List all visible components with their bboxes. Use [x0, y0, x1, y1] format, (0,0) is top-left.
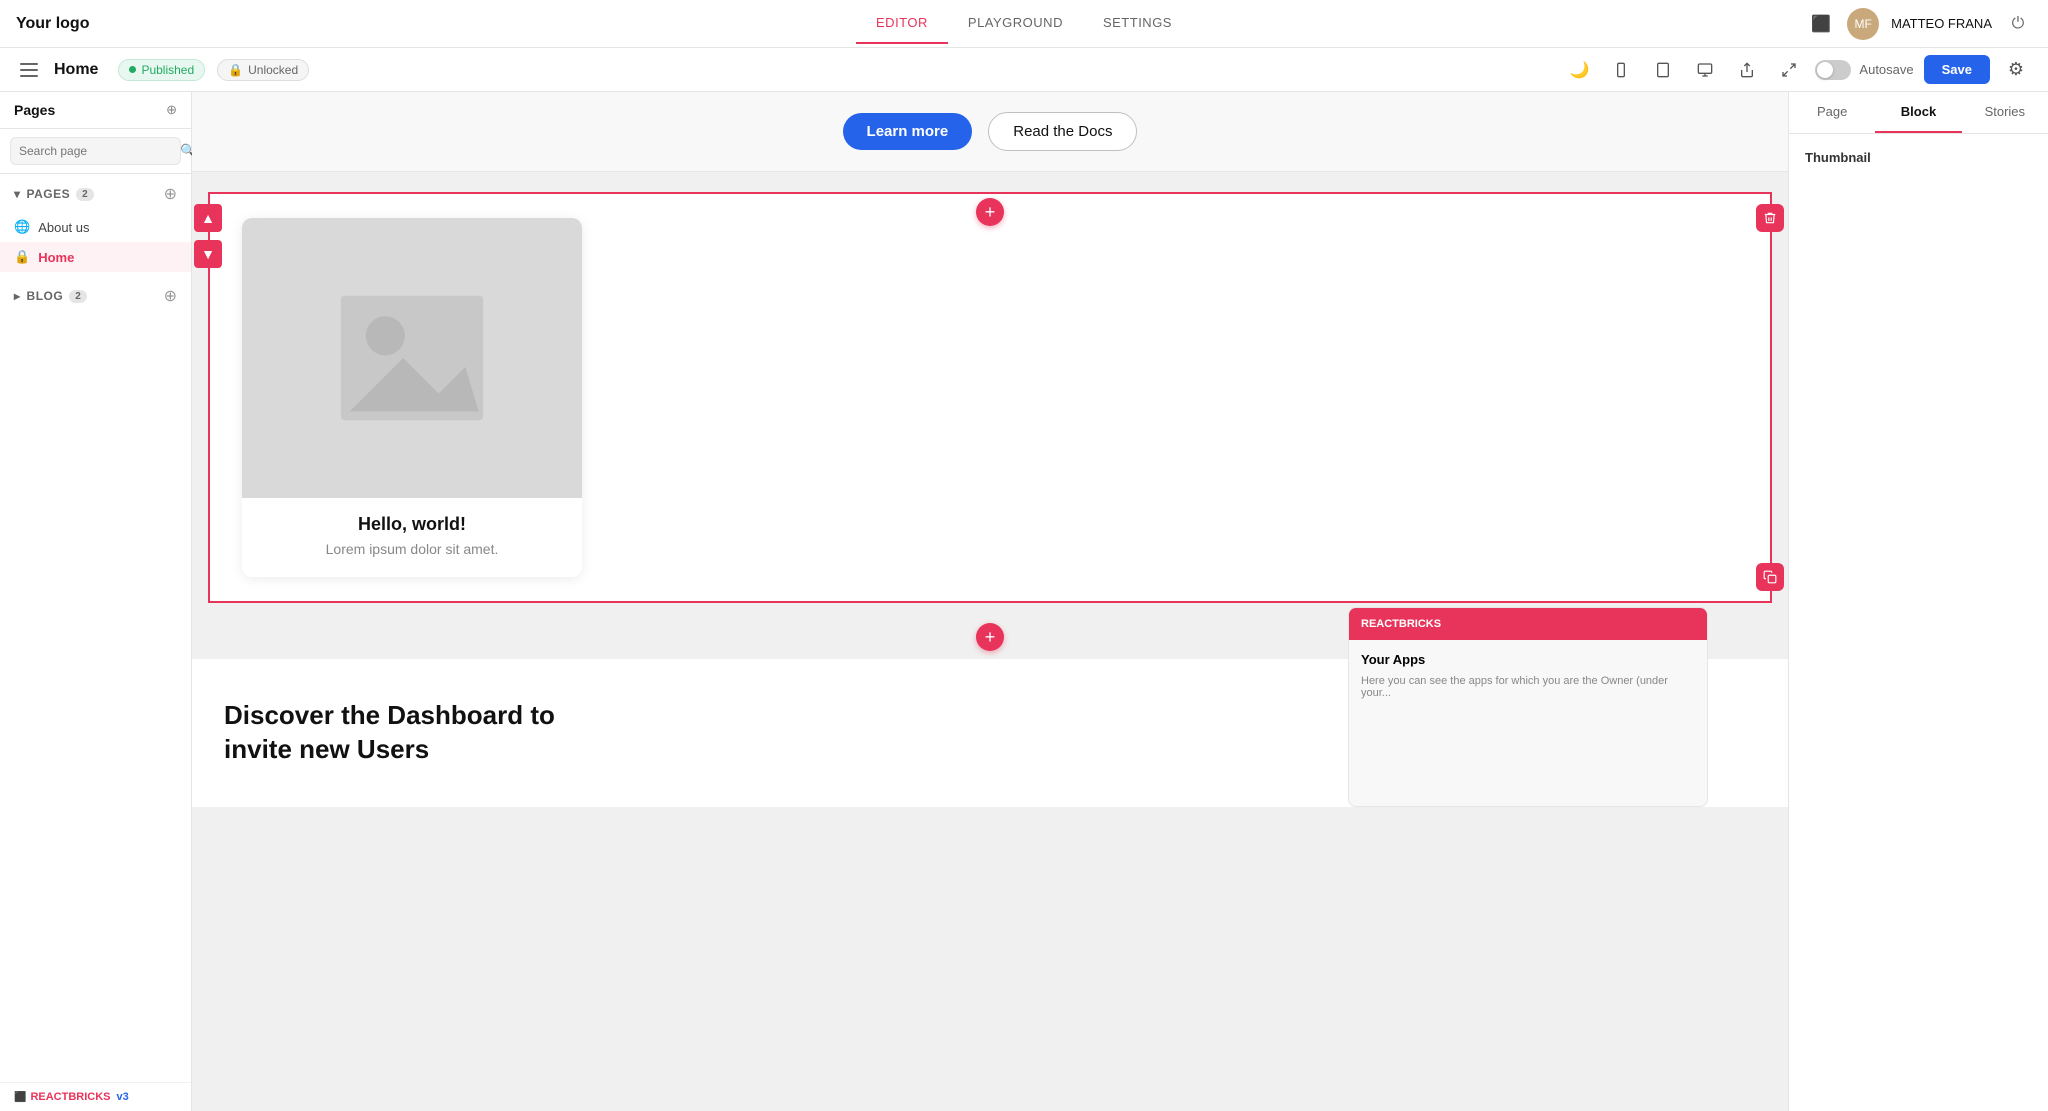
sidebar-item-home[interactable]: 🔒 Home [0, 242, 191, 272]
published-label: Published [141, 63, 194, 77]
right-panel-tabs: Page Block Stories [1789, 92, 2048, 134]
add-block-top-button[interactable]: + [976, 198, 1004, 226]
autosave-switch[interactable] [1815, 60, 1851, 80]
add-icon-top: + [985, 202, 996, 223]
tablet-view-icon[interactable] [1647, 54, 1679, 86]
chevron-right-icon: ▸ [14, 289, 21, 303]
home-label: Home [38, 250, 74, 265]
nav-tabs: EDITOR PLAYGROUND SETTINGS [856, 3, 1192, 44]
user-name: MATTEO FRANA [1891, 16, 1992, 31]
lock-icon: 🔒 [14, 249, 30, 265]
unlocked-badge: 🔒 Unlocked [217, 59, 309, 81]
pages-section-label: ▾ PAGES 2 [14, 187, 94, 201]
sidebar-items: 🌐 About us 🔒 Home [0, 208, 191, 276]
sidebar-title: Pages [14, 102, 55, 118]
right-panel-section-title: Thumbnail [1805, 150, 2032, 165]
sub-nav-right: 🌙 Autosave Save ⚙ [1563, 54, 2032, 86]
blog-section-label: ▸ BLOG 2 [14, 289, 87, 303]
add-icon-bottom: + [985, 627, 996, 648]
tab-stories[interactable]: Stories [1962, 92, 2048, 133]
nav-right: ⬛ MF MATTEO FRANA ⏻ [1807, 8, 2032, 40]
desktop-view-icon[interactable] [1689, 54, 1721, 86]
about-us-label: About us [38, 220, 89, 235]
card-body: Hello, world! Lorem ipsum dolor sit amet… [242, 498, 582, 577]
reactbricks-logo: ⬛ REACTBRICKS [14, 1091, 111, 1103]
sidebar-toggle-button[interactable] [16, 59, 42, 81]
sidebar-search: 🔍 [0, 129, 191, 174]
chevron-down-icon: ▾ [14, 187, 21, 201]
power-icon[interactable]: ⏻ [2004, 10, 2032, 38]
search-input[interactable] [19, 144, 174, 158]
pages-section: ▾ PAGES 2 ⊕ [0, 174, 191, 208]
published-badge: Published [118, 59, 205, 81]
card-container: Hello, world! Lorem ipsum dolor sit amet… [210, 194, 1770, 601]
block-selection-box: ▲ ▼ [208, 192, 1772, 603]
block-move-down-button[interactable]: ▼ [194, 240, 222, 268]
pages-section-header[interactable]: ▾ PAGES 2 ⊕ [14, 184, 177, 204]
tab-editor[interactable]: EDITOR [856, 3, 948, 44]
expand-icon[interactable] [1773, 54, 1805, 86]
top-content: Learn more Read the Docs [192, 92, 1788, 172]
block-delete-button[interactable] [1756, 204, 1784, 232]
right-panel-content: Thumbnail [1789, 134, 2048, 181]
toggle-knob [1817, 62, 1833, 78]
reactbricks-footer: ⬛ REACTBRICKS v3 [0, 1082, 191, 1111]
block-move-up-button[interactable]: ▲ [194, 204, 222, 232]
dashboard-logo: REACTBRICKS [1361, 618, 1441, 630]
reactbricks-version: v3 [117, 1091, 129, 1103]
blog-section-header[interactable]: ▸ BLOG 2 ⊕ [14, 286, 177, 306]
mobile-view-icon[interactable] [1605, 54, 1637, 86]
bottom-heading: Discover the Dashboard to invite new Use… [224, 699, 584, 767]
sub-nav: Home Published 🔒 Unlocked 🌙 Autosave [0, 48, 2048, 92]
card-image [242, 218, 582, 498]
dark-mode-icon[interactable]: 🌙 [1563, 54, 1595, 86]
right-panel: Page Block Stories Thumbnail [1788, 92, 2048, 1111]
pages-count: 2 [76, 188, 94, 201]
unlocked-label: Unlocked [248, 63, 298, 77]
block-duplicate-button[interactable] [1756, 563, 1784, 591]
blog-section: ▸ BLOG 2 ⊕ [0, 276, 191, 310]
blog-new-icon[interactable]: ⊕ [164, 286, 177, 306]
card: Hello, world! Lorem ipsum dolor sit amet… [242, 218, 582, 577]
page-title: Home [54, 61, 98, 79]
bottom-section: Discover the Dashboard to invite new Use… [192, 659, 1788, 807]
card-title: Hello, world! [262, 514, 562, 535]
dashboard-title: Your Apps [1361, 652, 1695, 667]
autosave-label: Autosave [1859, 62, 1913, 77]
new-page-icon[interactable]: ⊕ [166, 102, 177, 118]
published-dot [129, 66, 136, 73]
editor-area: Learn more Read the Docs + ▲ ▼ [192, 92, 1788, 1111]
learn-more-button[interactable]: Learn more [843, 113, 973, 150]
top-nav: Your logo EDITOR PLAYGROUND SETTINGS ⬛ M… [0, 0, 2048, 48]
avatar: MF [1847, 8, 1879, 40]
image-placeholder [322, 278, 502, 438]
lock-icon: 🔒 [228, 63, 243, 77]
tab-block[interactable]: Block [1875, 92, 1961, 133]
share-icon[interactable] [1731, 54, 1763, 86]
search-box: 🔍 [10, 137, 181, 165]
save-button[interactable]: Save [1924, 55, 1990, 84]
sidebar-item-about-us[interactable]: 🌐 About us [0, 212, 191, 242]
globe-icon: 🌐 [14, 219, 30, 235]
read-docs-button[interactable]: Read the Docs [988, 112, 1137, 151]
pages-new-icon[interactable]: ⊕ [164, 184, 177, 204]
monitor-icon[interactable]: ⬛ [1807, 10, 1835, 38]
card-subtitle: Lorem ipsum dolor sit amet. [262, 541, 562, 557]
tab-settings[interactable]: SETTINGS [1083, 3, 1192, 44]
tab-playground[interactable]: PLAYGROUND [948, 3, 1083, 44]
blog-count: 2 [69, 290, 87, 303]
dashboard-desc: Here you can see the apps for which you … [1361, 675, 1695, 699]
gear-icon[interactable]: ⚙ [2000, 54, 2032, 86]
sidebar: Pages ⊕ 🔍 ▾ PAGES 2 ⊕ 🌐 About [0, 92, 192, 1111]
main-layout: Pages ⊕ 🔍 ▾ PAGES 2 ⊕ 🌐 About [0, 92, 2048, 1111]
logo: Your logo [16, 15, 89, 33]
autosave-toggle[interactable]: Autosave [1815, 60, 1913, 80]
add-block-bottom-button[interactable]: + [976, 623, 1004, 651]
tab-page[interactable]: Page [1789, 92, 1875, 133]
sidebar-header: Pages ⊕ [0, 92, 191, 129]
